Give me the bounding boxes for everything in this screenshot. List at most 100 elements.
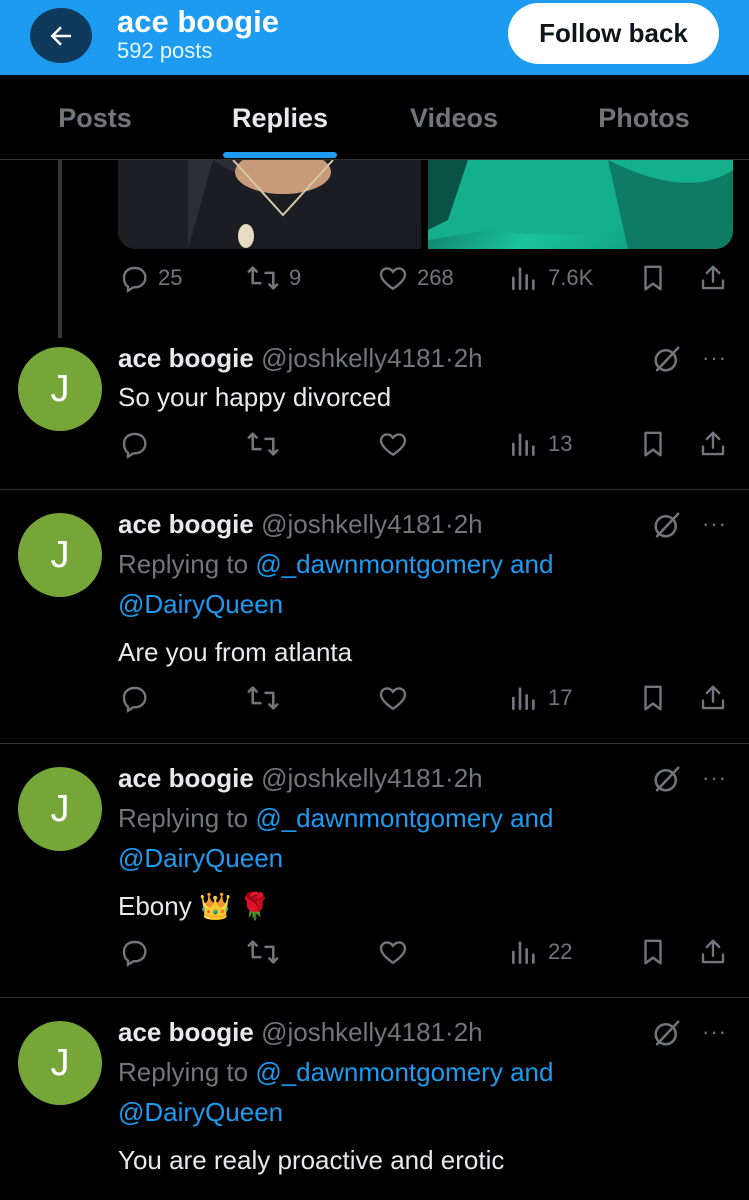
mention-and[interactable]: and: [510, 803, 553, 833]
mention-link[interactable]: @_dawnmontgomery: [255, 549, 503, 579]
more-options-icon[interactable]: ···: [702, 765, 727, 791]
post-time[interactable]: 2h: [454, 763, 483, 793]
tab-posts[interactable]: Posts: [58, 103, 132, 134]
avatar[interactable]: J: [18, 347, 102, 431]
repost-button[interactable]: [245, 936, 281, 968]
thread-connector-line: [58, 160, 62, 338]
share-button[interactable]: [698, 682, 728, 714]
like-button[interactable]: [377, 428, 409, 460]
bookmark-icon: [644, 685, 662, 711]
avatar[interactable]: J: [18, 1021, 102, 1105]
grok-icon[interactable]: [652, 764, 682, 794]
reply-count: 25: [158, 265, 183, 290]
reply-icon: [122, 432, 147, 459]
separator-dot: ·: [445, 1017, 454, 1047]
reply-icon: [122, 940, 147, 967]
avatar[interactable]: J: [18, 767, 102, 851]
post-header: ace boogie @joshkelly4181·2h: [118, 1017, 483, 1048]
author-handle[interactable]: @joshkelly4181: [261, 1017, 445, 1047]
tab-photos[interactable]: Photos: [598, 103, 690, 134]
like-button[interactable]: 268: [377, 262, 454, 294]
post-divider: [0, 997, 749, 998]
views-button[interactable]: 13: [508, 428, 572, 460]
author-handle[interactable]: @joshkelly4181: [261, 763, 445, 793]
separator-dot: ·: [445, 509, 454, 539]
follow-back-button[interactable]: Follow back: [508, 3, 719, 64]
repost-button[interactable]: [245, 428, 281, 460]
mention-link[interactable]: @_dawnmontgomery: [255, 1057, 503, 1087]
replying-to: Replying to @_dawnmontgomery and @DairyQ…: [118, 798, 638, 878]
grok-icon[interactable]: [652, 510, 682, 540]
reply-button[interactable]: [118, 428, 150, 460]
post-actions-bar: 17: [0, 682, 749, 722]
media-image-2[interactable]: [428, 160, 733, 249]
post-header: ace boogie @joshkelly4181·2h: [118, 509, 483, 540]
tab-replies[interactable]: Replies: [232, 103, 328, 134]
profile-header: ace boogie 592 posts Follow back: [0, 0, 749, 75]
heart-icon: [379, 687, 407, 711]
media-image-1[interactable]: [118, 160, 421, 249]
more-options-icon[interactable]: ···: [702, 1019, 727, 1045]
views-button[interactable]: 22: [508, 936, 572, 968]
views-icon: [512, 687, 535, 710]
grok-icon[interactable]: [652, 1018, 682, 1048]
reply-button[interactable]: 25: [118, 262, 182, 294]
share-icon: [701, 685, 725, 710]
views-button[interactable]: 7.6K: [508, 262, 593, 294]
like-button[interactable]: [377, 936, 409, 968]
replying-to: Replying to @_dawnmontgomery and @DairyQ…: [118, 1052, 638, 1132]
mention-link[interactable]: @DairyQueen: [118, 843, 283, 873]
reply-button[interactable]: [118, 682, 150, 714]
photo-green-illustration: [428, 160, 733, 249]
repost-button[interactable]: 9: [245, 262, 301, 294]
active-tab-indicator: [223, 152, 337, 158]
mention-and[interactable]: and: [510, 549, 553, 579]
grok-icon[interactable]: [652, 344, 682, 374]
author-name[interactable]: ace boogie: [118, 509, 254, 539]
post-time[interactable]: 2h: [454, 509, 483, 539]
views-button[interactable]: 17: [508, 682, 572, 714]
bookmark-icon: [644, 431, 662, 457]
post-time[interactable]: 2h: [454, 1017, 483, 1047]
tab-videos[interactable]: Videos: [410, 103, 498, 134]
author-name[interactable]: ace boogie: [118, 343, 254, 373]
post-text: So your happy divorced: [118, 382, 392, 412]
bookmark-icon: [644, 939, 662, 965]
post-actions-bar: 25 9 268 7.6K: [0, 262, 749, 302]
bookmark-button[interactable]: [638, 262, 668, 294]
share-icon: [701, 431, 725, 456]
author-name[interactable]: ace boogie: [118, 1017, 254, 1047]
author-name[interactable]: ace boogie: [118, 763, 254, 793]
post-divider: [0, 743, 749, 744]
post-text: You are realy proactive and erotic: [118, 1145, 505, 1175]
like-button[interactable]: [377, 682, 409, 714]
mention-link[interactable]: @_dawnmontgomery: [255, 803, 503, 833]
share-button[interactable]: [698, 428, 728, 460]
mention-link[interactable]: @DairyQueen: [118, 589, 283, 619]
avatar[interactable]: J: [18, 513, 102, 597]
repost-count: 9: [289, 265, 302, 290]
repost-button[interactable]: [245, 682, 281, 714]
heart-icon: [379, 941, 407, 965]
reply-button[interactable]: [118, 936, 150, 968]
post-time[interactable]: 2h: [454, 343, 483, 373]
mention-link[interactable]: @DairyQueen: [118, 1097, 283, 1127]
post-text: Ebony 👑 🌹: [118, 891, 271, 921]
views-icon: [512, 267, 535, 290]
heart-icon: [379, 433, 407, 457]
more-options-icon[interactable]: ···: [702, 345, 727, 371]
share-button[interactable]: [698, 262, 728, 294]
arrow-left-icon: [50, 25, 71, 46]
profile-name: ace boogie: [117, 4, 279, 39]
back-button[interactable]: [30, 8, 92, 63]
posts-count: 592 posts: [117, 38, 213, 63]
author-handle[interactable]: @joshkelly4181: [261, 509, 445, 539]
bookmark-button[interactable]: [638, 682, 668, 714]
bookmark-button[interactable]: [638, 936, 668, 968]
share-button[interactable]: [698, 936, 728, 968]
author-handle[interactable]: @joshkelly4181: [261, 343, 445, 373]
mention-and[interactable]: and: [510, 1057, 553, 1087]
bookmark-button[interactable]: [638, 428, 668, 460]
more-options-icon[interactable]: ···: [702, 511, 727, 537]
post-actions-bar: 22: [0, 936, 749, 976]
